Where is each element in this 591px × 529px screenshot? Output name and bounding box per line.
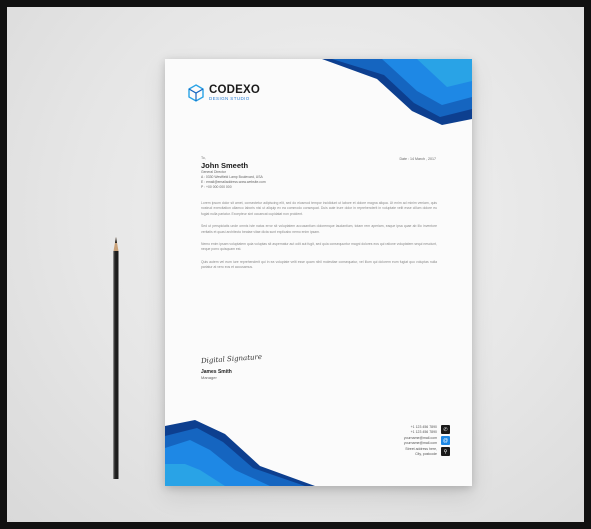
email-icon: @ [441,436,450,445]
body-paragraph: Sed ut perspiciatis unde omnis iste natu… [201,224,437,234]
pencil [113,237,119,479]
phone-icon: ✆ [441,425,450,434]
contact-phone: +1 123 456 7890 +1 123 456 7890 ✆ [404,425,450,434]
brand-name: CODEXO [209,83,261,96]
letter-date: Date : 14 March , 2017 [399,157,436,161]
brand-tagline: DESIGN STUDIO [209,95,250,101]
body-paragraph: Lorem ipsum dolor sit amet, consectetur … [201,201,437,216]
letter-body: Lorem ipsum dolor sit amet, consectetur … [201,201,437,278]
to-label: To, [201,156,206,160]
contact-line: yourname@mail.com [403,440,437,445]
corner-decoration-bottom [165,420,315,486]
recipient-block: John Smeeth General Director A : 0330 We… [201,161,266,190]
brand-logo: CODEXO DESIGN STUDIO [187,84,260,102]
letterhead-page: CODEXO DESIGN STUDIO To, Date : 14 March… [165,59,472,486]
signature: Digital Signature [200,352,263,366]
sender-role: Manager [201,375,217,380]
contact-line: +1 123 456 7890 [410,429,437,434]
contact-email: yourname@mail.com yourname@mail.com @ [404,436,450,445]
body-paragraph: Quis autem vel eum iure reprehenderit qu… [201,259,437,270]
contact-line: Street address here, [405,447,437,451]
contact-address: Street address here, City, postcode ⚲ [404,447,450,456]
location-icon: ⚲ [441,447,450,456]
cube-logo-icon [188,84,204,102]
contact-line: yourname@mail.com [403,436,437,440]
contact-block: +1 123 456 7890 +1 123 456 7890 ✆ yourna… [404,425,450,458]
mockup-frame: CODEXO DESIGN STUDIO To, Date : 14 March… [0,0,591,529]
corner-decoration-top [322,59,472,125]
contact-line: +1 123 456 7890 [410,425,437,429]
contact-line: City, postcode [415,451,437,456]
recipient-phone: P : +00 000 000 000 [201,185,232,189]
recipient-name: John Smeeth [201,161,249,170]
body-paragraph: Nemo enim ipsam voluptatem quia voluptas… [201,242,437,252]
